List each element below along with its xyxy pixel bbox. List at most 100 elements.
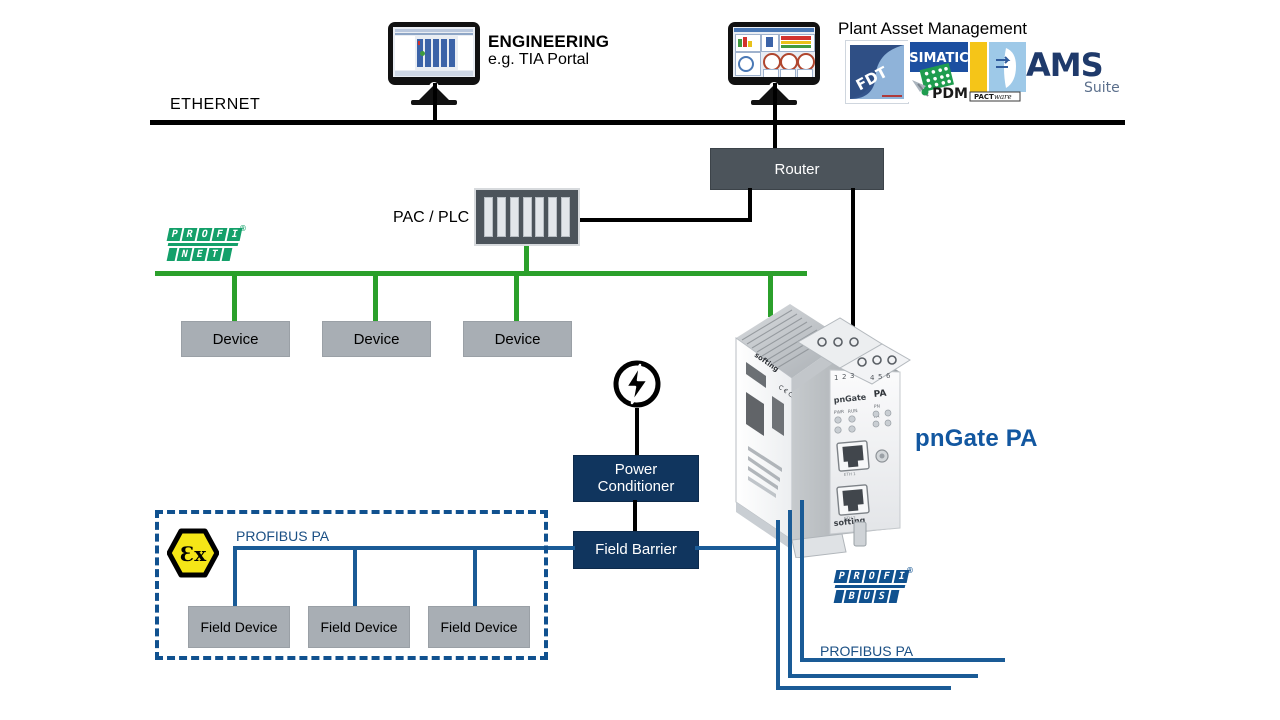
profinet-device-3[interactable]: Device bbox=[463, 321, 572, 357]
profibus-pa-segment-2-riser bbox=[788, 510, 792, 678]
power-conditioner-label-line2: Conditioner bbox=[597, 477, 675, 495]
svg-text:Suite: Suite bbox=[1084, 80, 1120, 96]
profibus-logo-letter: O bbox=[863, 570, 880, 583]
profibus-logo: P R O F I B U S ® bbox=[833, 566, 913, 603]
device-label: Device bbox=[212, 330, 259, 348]
profinet-logo-letter: T bbox=[206, 248, 223, 261]
profibus-logo-block bbox=[833, 590, 845, 603]
svg-text:1: 1 bbox=[834, 374, 838, 382]
profibus-pa-segment-2 bbox=[788, 674, 978, 678]
profibus-pa-segment-3 bbox=[776, 686, 951, 690]
ethernet-label: ETHERNET bbox=[170, 96, 261, 113]
field-device-2[interactable]: Field Device bbox=[308, 606, 410, 648]
profibus-logo-letter: R bbox=[848, 570, 865, 583]
router-label: Router bbox=[774, 160, 820, 178]
plc-slot bbox=[535, 196, 545, 238]
field-device-drop bbox=[473, 548, 477, 608]
field-barrier-label: Field Barrier bbox=[595, 540, 677, 558]
plc-slot bbox=[483, 196, 493, 238]
ethernet-to-router-link bbox=[773, 123, 777, 150]
fdt-logo: FDT bbox=[845, 40, 909, 104]
pngate-pa-title: pnGate PA bbox=[915, 425, 1038, 452]
device-label: Device bbox=[494, 330, 541, 348]
power-bolt-icon bbox=[613, 360, 661, 408]
svg-text:4: 4 bbox=[870, 374, 875, 382]
router-to-plc-horizontal bbox=[578, 218, 752, 222]
profibus-pa-label-right: PROFIBUS PA bbox=[820, 643, 914, 659]
engineering-to-ethernet-link bbox=[433, 83, 437, 123]
pac-plc-rack[interactable] bbox=[474, 188, 580, 246]
profinet-device-drop bbox=[514, 273, 519, 321]
field-device-label: Field Device bbox=[440, 619, 518, 635]
profinet-logo-letter: N bbox=[176, 248, 193, 261]
profinet-logo-bar bbox=[167, 243, 239, 246]
router-node[interactable]: Router bbox=[710, 148, 884, 190]
engineering-subtitle: e.g. TIA Portal bbox=[488, 51, 590, 68]
svg-text:RUN: RUN bbox=[848, 408, 858, 415]
ams-suite-logo: AMS Suite bbox=[1026, 44, 1126, 100]
svg-text:PWR: PWR bbox=[834, 409, 845, 416]
profibus-pa-label-left: PROFIBUS PA bbox=[236, 528, 330, 544]
profinet-registered-mark: ® bbox=[240, 224, 246, 233]
field-barrier-node[interactable]: Field Barrier bbox=[573, 531, 699, 569]
profinet-device-drop bbox=[232, 273, 237, 321]
device-label: Device bbox=[353, 330, 400, 348]
svg-text:PACT: PACT bbox=[974, 93, 994, 101]
router-to-plc-vertical bbox=[748, 188, 752, 222]
monitor-screen-pam bbox=[733, 27, 815, 77]
gateway-face-label-pa: PA bbox=[873, 389, 887, 400]
ethernet-bus-line bbox=[150, 120, 1125, 125]
profibus-logo-letter: F bbox=[878, 570, 895, 583]
profinet-device-drop bbox=[373, 273, 378, 321]
profinet-logo-block bbox=[166, 248, 178, 261]
profibus-logo-letter: B bbox=[843, 590, 860, 603]
power-conditioner-node[interactable]: Power Conditioner bbox=[573, 455, 699, 502]
svg-text:6: 6 bbox=[886, 372, 891, 380]
svg-text:2: 2 bbox=[842, 373, 846, 381]
power-conditioner-label-line1: Power bbox=[614, 461, 658, 479]
plant-asset-management-title: Plant Asset Management bbox=[838, 19, 1028, 38]
diagram-canvas: ETHERNET ENGINEERING e.g. TIA Portal Pla… bbox=[0, 0, 1280, 720]
svg-text:AMS: AMS bbox=[1026, 46, 1103, 84]
plc-slot bbox=[561, 196, 571, 238]
field-device-drop bbox=[353, 548, 357, 608]
profibus-logo-letter: P bbox=[833, 570, 850, 583]
pngate-pa-device-image[interactable]: softing C € CE 123 456 pnGate PA PWR RUN… bbox=[722, 296, 912, 559]
power-to-conditioner-link bbox=[635, 408, 639, 456]
profibus-pa-segment-1-riser bbox=[800, 500, 804, 662]
pac-plc-label: PAC / PLC bbox=[393, 209, 470, 226]
svg-text:PDM: PDM bbox=[932, 86, 968, 102]
profinet-logo-letter: E bbox=[191, 248, 208, 261]
profibus-pa-segment-3-riser bbox=[776, 520, 780, 690]
plc-slot bbox=[548, 196, 558, 238]
field-device-1[interactable]: Field Device bbox=[188, 606, 290, 648]
svg-text:PN: PN bbox=[874, 403, 881, 410]
profibus-logo-letter: S bbox=[873, 590, 890, 603]
profinet-device-2[interactable]: Device bbox=[322, 321, 431, 357]
profinet-logo-letter: F bbox=[211, 228, 228, 241]
profibus-logo-block bbox=[888, 590, 900, 603]
profinet-logo-letter: R bbox=[181, 228, 198, 241]
pactware-logo: PACT ware bbox=[968, 40, 1028, 102]
monitor-screen-engineering bbox=[393, 27, 475, 77]
svg-text:SIMATIC: SIMATIC bbox=[909, 51, 968, 66]
conditioner-to-barrier-link bbox=[633, 500, 637, 531]
profinet-bus-line bbox=[155, 271, 807, 276]
svg-text:ETH 1: ETH 1 bbox=[844, 471, 857, 477]
profinet-device-1[interactable]: Device bbox=[181, 321, 290, 357]
profinet-logo-letter: O bbox=[196, 228, 213, 241]
plc-slot bbox=[509, 196, 519, 238]
profinet-logo-block bbox=[221, 248, 233, 261]
field-device-label: Field Device bbox=[200, 619, 278, 635]
profibus-logo-bar bbox=[834, 585, 906, 588]
field-device-3[interactable]: Field Device bbox=[428, 606, 530, 648]
profibus-logo-letter: U bbox=[858, 590, 875, 603]
profibus-pa-segment-1 bbox=[800, 658, 1005, 662]
plc-slot bbox=[496, 196, 506, 238]
field-device-label: Field Device bbox=[320, 619, 398, 635]
simatic-pdm-logo: SIMATIC PDM bbox=[908, 40, 970, 102]
pam-to-ethernet-link bbox=[773, 83, 777, 123]
profinet-logo: P R O F I N E T ® bbox=[166, 224, 246, 261]
engineering-title: ENGINEERING bbox=[488, 32, 610, 51]
svg-text:3: 3 bbox=[850, 372, 854, 380]
